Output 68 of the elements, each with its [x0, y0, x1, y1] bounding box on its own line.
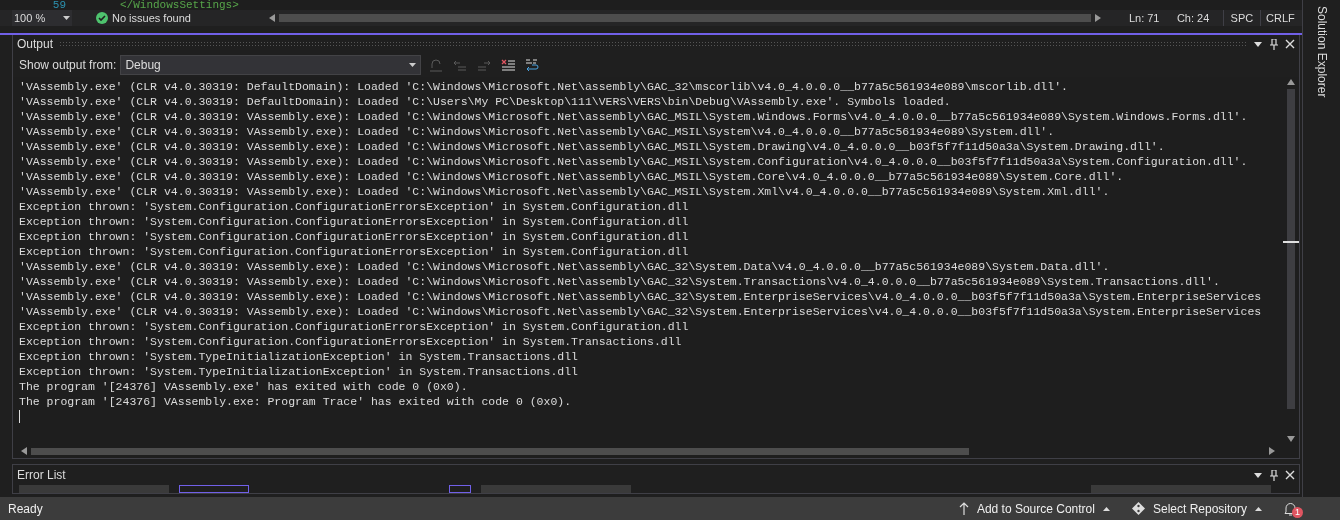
line-ending-indicator[interactable]: CRLF	[1259, 9, 1300, 27]
clear-all-icon[interactable]	[501, 58, 516, 72]
scroll-left-arrow[interactable]	[268, 14, 275, 22]
caret-icon	[63, 16, 70, 20]
git-icon	[1131, 502, 1145, 515]
output-line: 'VAssembly.exe' (CLR v4.0.30319: DefaultDomain): Loaded 'C:\Windows\Microsoft.Net\assembly\GAC_32\mscorlib\v4.0_4.0.0.0__b77a5c561934e089\mscorlib.dll'.	[19, 79, 1069, 94]
word-wrap-icon[interactable]	[525, 58, 540, 72]
output-line: 'VAssembly.exe' (CLR v4.0.30319: VAssembly.exe): Loaded 'C:\Windows\Microsoft.Net\assembly\GAC_MSIL\System.Xml\v4.0_4.0.0.0__b77a5c561934e089\System.Xml.dll'.	[19, 184, 1111, 199]
pin-icon[interactable]	[1270, 469, 1278, 481]
close-icon[interactable]	[1285, 470, 1295, 480]
scroll-left-arrow[interactable]	[21, 447, 27, 455]
up-arrow-icon	[958, 502, 969, 515]
output-line: 'VAssembly.exe' (CLR v4.0.30319: VAssembly.exe): Loaded 'C:\Windows\Microsoft.Net\assembly\GAC_32\System.EnterpriseServices\v4.0_4.0.0.0__b03f5f7f11d50a3a\System.EnterpriseServices	[19, 289, 1263, 304]
text-cursor	[19, 410, 20, 423]
scroll-position-marker	[1283, 241, 1299, 243]
output-line: The program '[24376] VAssembly.exe: Program Trace' has exited with code 0 (0x0).	[19, 394, 573, 409]
output-line: 'VAssembly.exe' (CLR v4.0.30319: VAssembly.exe): Loaded 'C:\Windows\Microsoft.Net\assembly\GAC_MSIL\System.Core\v4.0_4.0.0.0__b77a5c561934e089\System.Core.dll'.	[19, 169, 1125, 184]
output-source-dropdown[interactable]: Debug	[120, 55, 422, 75]
bell-icon	[1284, 501, 1297, 516]
line-indicator[interactable]: Ln: 71	[1128, 9, 1173, 27]
add-to-source-control-button[interactable]: Add to Source Control	[958, 499, 1110, 518]
code-line: </WindowsSettings>	[120, 0, 239, 10]
notification-badge: 1	[1292, 506, 1303, 518]
dropdown-caret-icon[interactable]	[1254, 472, 1262, 478]
caret-up-icon	[1255, 506, 1262, 511]
output-line: 'VAssembly.exe' (CLR v4.0.30319: DefaultDomain): Loaded 'C:\Users\My PC\Desktop\111\VERS\VERS\bin\Debug\VAssembly.exe'. Symbols loaded.	[19, 94, 952, 109]
output-line: Exception thrown: 'System.Configuration.ConfigurationErrorsException' in System.Configuration.dll	[19, 244, 690, 259]
scroll-right-arrow[interactable]	[1269, 447, 1275, 455]
caret-up-icon	[1102, 506, 1110, 511]
horizontal-scrollbar[interactable]	[268, 12, 1101, 24]
output-line: Exception thrown: 'System.Configuration.ConfigurationErrorsException' in System.Configuration.dll	[19, 229, 690, 244]
line-number: 59	[51, 0, 67, 10]
output-line: 'VAssembly.exe' (CLR v4.0.30319: VAssembly.exe): Loaded 'C:\Windows\Microsoft.Net\assembly\GAC_32\System.Data\v4.0_4.0.0.0__b77a5c561934e089\System.Data.dll'.	[19, 259, 1111, 274]
close-icon[interactable]	[1285, 39, 1295, 49]
search-field[interactable]	[1091, 485, 1271, 493]
notifications-button[interactable]: 1	[1284, 500, 1300, 517]
output-line: Exception thrown: 'System.TypeInitializationException' in System.Transactions.dll	[19, 364, 579, 379]
output-line: The program '[24376] VAssembly.exe' has exited with code 0 (0x0).	[19, 379, 469, 394]
output-line: Exception thrown: 'System.TypeInitializationException' in System.Transactions.dll	[19, 349, 579, 364]
pin-icon[interactable]	[1270, 38, 1278, 50]
output-line: Exception thrown: 'System.Configuration.ConfigurationErrorsException' in System.Configuration.dll	[19, 199, 690, 214]
zoom-dropdown[interactable]: 100 %	[12, 10, 72, 26]
whitespace-indicator[interactable]: SPC	[1222, 9, 1260, 27]
output-line: 'VAssembly.exe' (CLR v4.0.30319: VAssembly.exe): Loaded 'C:\Windows\Microsoft.Net\assembly\GAC_MSIL\System\v4.0_4.0.0.0__b77a5c561934e089\System.dll'.	[19, 124, 1056, 139]
errors-filter-button[interactable]	[179, 485, 249, 493]
output-line: Exception thrown: 'System.Configuration.ConfigurationErrorsException' in System.Configuration.dll	[19, 214, 690, 229]
warnings-filter-button[interactable]	[449, 485, 471, 493]
caret-icon	[409, 63, 417, 67]
status-text: Ready	[8, 500, 44, 518]
column-indicator[interactable]: Ch: 24	[1176, 9, 1223, 27]
output-line: 'VAssembly.exe' (CLR v4.0.30319: VAssembly.exe): Loaded 'C:\Windows\Microsoft.Net\assembly\GAC_32\System.EnterpriseServices\v4.0_4.0.0.0__b03f5f7f11d50a3a\System.EnterpriseServices	[19, 304, 1263, 319]
scroll-up-arrow[interactable]	[1287, 79, 1295, 85]
solution-explorer-tab[interactable]: Solution Explorer	[1312, 6, 1331, 106]
dropdown-caret-icon[interactable]	[1254, 41, 1262, 47]
output-line: 'VAssembly.exe' (CLR v4.0.30319: VAssembly.exe): Loaded 'C:\Windows\Microsoft.Net\assembly\GAC_MSIL\System.Windows.Forms\v4.0_4.0.0.0__b77a5c561934e089\System.Windows.Forms.dll'.	[19, 109, 1249, 124]
panel-title: Output	[17, 36, 54, 53]
output-line: 'VAssembly.exe' (CLR v4.0.30319: VAssembly.exe): Loaded 'C:\Windows\Microsoft.Net\assembly\GAC_MSIL\System.Drawing\v4.0_4.0.0.0__b03f5f7f11d50a3a\System.Drawing.dll'.	[19, 139, 1166, 154]
scroll-right-arrow[interactable]	[1094, 14, 1101, 22]
issues-status[interactable]: No issues found	[112, 9, 191, 27]
output-line: 'VAssembly.exe' (CLR v4.0.30319: VAssembly.exe): Loaded 'C:\Windows\Microsoft.Net\assembly\GAC_32\System.Transactions\v4.0_4.0.0.0__b77a5c561934e089\System.Transactions.dll'.	[19, 274, 1221, 289]
output-line: Exception thrown: 'System.Configuration.ConfigurationErrorsException' in System.Configuration.dll	[19, 319, 690, 334]
panel-title: Error List	[17, 467, 67, 484]
show-output-label: Show output from:	[19, 57, 117, 74]
select-repository-button[interactable]: Select Repository	[1131, 499, 1262, 518]
output-line: 'VAssembly.exe' (CLR v4.0.30319: VAssembly.exe): Loaded 'C:\Windows\Microsoft.Net\assembly\GAC_MSIL\System.Configuration\v4.0_4.0.0.0__b03f5f7f11d50a3a\System.Configuration.dll'.	[19, 154, 1249, 169]
vertical-scrollbar[interactable]	[1283, 77, 1299, 444]
output-line: Exception thrown: 'System.Configuration.ConfigurationErrorsException' in System.Transactions.dll	[19, 334, 683, 349]
scroll-down-arrow[interactable]	[1287, 436, 1295, 442]
